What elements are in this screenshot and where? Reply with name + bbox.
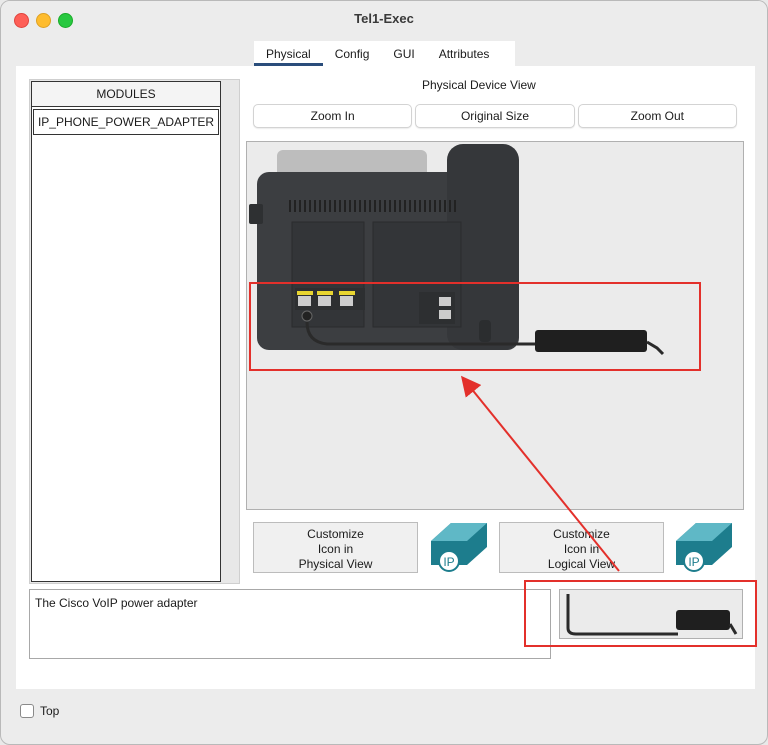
top-checkbox[interactable]: [20, 704, 34, 718]
window-title: Tel1-Exec: [354, 11, 414, 26]
tab-physical[interactable]: Physical: [254, 41, 323, 66]
device-window: Tel1-Exec Physical Config GUI Attributes…: [0, 0, 768, 745]
tab-bar: Physical Config GUI Attributes: [254, 41, 501, 66]
arrow-line: [460, 375, 620, 572]
tab-gui[interactable]: GUI: [381, 41, 426, 66]
tab-attributes[interactable]: Attributes: [427, 41, 502, 66]
physical-tab-panel: MODULES IP_PHONE_POWER_ADAPTER Physical …: [16, 66, 757, 689]
title-bar: Tel1-Exec: [1, 1, 767, 38]
tab-config[interactable]: Config: [323, 41, 382, 66]
footer-bar: Top: [20, 704, 59, 718]
top-checkbox-label: Top: [40, 704, 60, 718]
annotation-arrow: [460, 375, 620, 572]
